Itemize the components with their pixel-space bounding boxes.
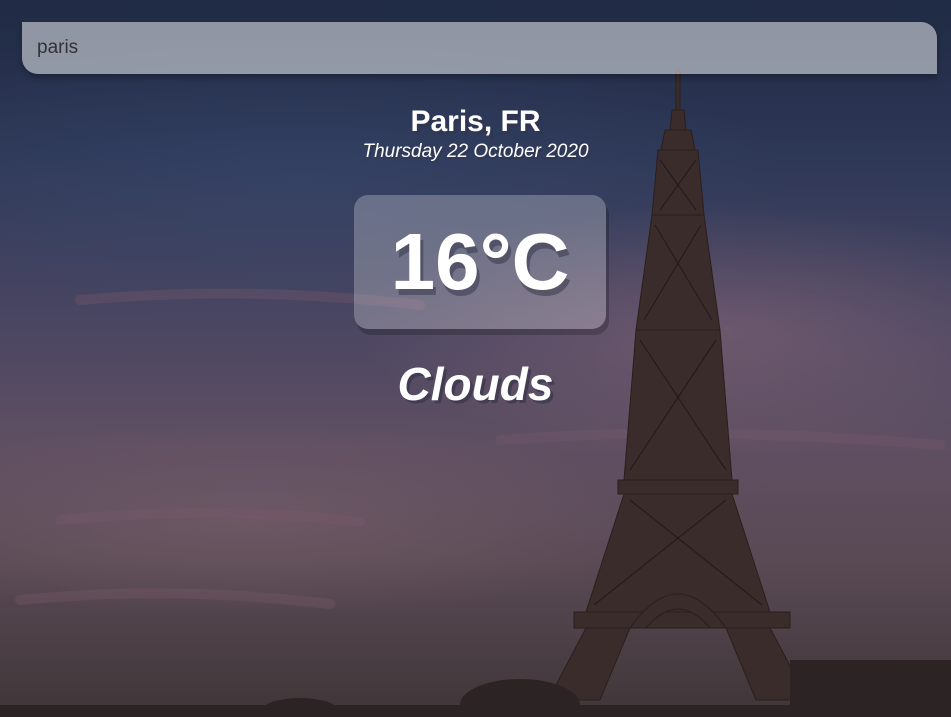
weather-condition: Clouds [397,358,554,410]
location-box: Paris, FR Thursday 22 October 2020 [0,104,951,164]
location-name: Paris, FR [410,105,541,138]
search-input[interactable] [22,22,937,74]
temperature-value: 16°C [390,217,570,306]
weather-app: Paris, FR Thursday 22 October 2020 16°C … [0,0,951,717]
current-date: Thursday 22 October 2020 [362,141,589,162]
temperature-box: 16°C [354,195,606,329]
